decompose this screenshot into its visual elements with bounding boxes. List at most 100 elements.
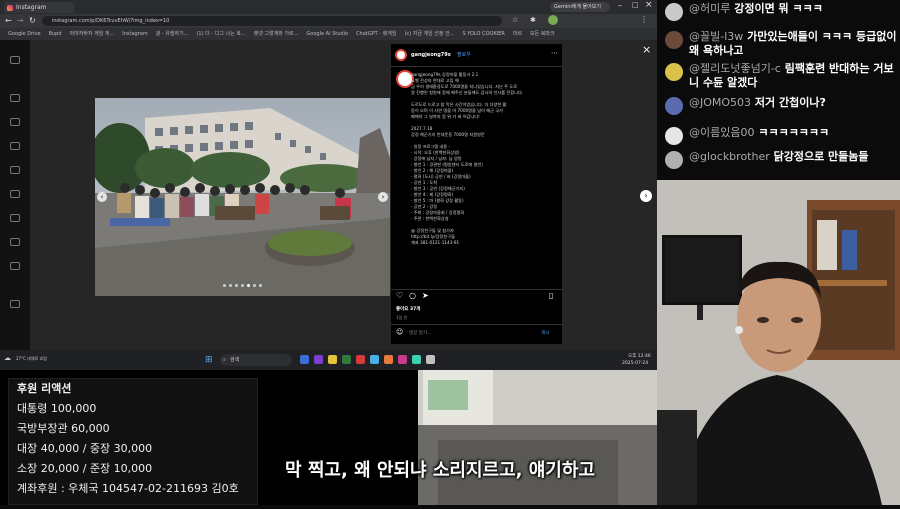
follow-button[interactable]: 팔로우 [457, 52, 471, 58]
post-time: 1일 전 [396, 315, 408, 320]
emoji-icon[interactable]: ☺ [396, 329, 403, 336]
post-comment-button[interactable]: 게시 [541, 331, 549, 337]
reels-icon[interactable] [10, 166, 20, 174]
chat-text: @꼴빌-l3w 가만있는애들이 ㅋㅋㅋ 등급없이 왜 욕하나고 [689, 30, 897, 58]
address-row: ← → ↻ instagram.com/p/DK6TcuvEhW/?img_in… [0, 14, 657, 28]
donation-tier: 국방부장관 60,000 [17, 422, 110, 435]
bookmark-item[interactable]: S YOLO COOKIER [462, 28, 504, 40]
taskbar-search-label: 검색 [230, 357, 240, 363]
weather-icon[interactable]: ☁ [4, 354, 11, 362]
chat-message-text: 저거 간첩이나? [754, 96, 826, 109]
post-details-panel: gangjeong79s 팔로우 ⋯ gangjeong79s 강정마을 활동가… [391, 44, 562, 344]
post-caption: gangjeong79s 강정마을 활동가 2.1 노벨 전성의 면대로 고립 해… [411, 72, 556, 287]
close-window-icon[interactable]: × [645, 0, 653, 10]
panel-divider [391, 66, 562, 67]
chat-message: @이름있음00 ㅋㅋㅋㅋㅋㅋㅋ [665, 126, 897, 145]
forward-icon[interactable]: → [17, 16, 24, 25]
chat-message-text: 강정이면 뭐 ㅋㅋㅋ [734, 2, 823, 15]
url-field[interactable]: instagram.com/p/DK6TcuvEhW/?img_index=10 [42, 16, 502, 26]
start-icon[interactable]: ⊞ [205, 355, 213, 365]
share-icon[interactable]: ➤ [422, 292, 429, 300]
profile-icon[interactable] [10, 262, 20, 270]
search-icon[interactable] [10, 118, 20, 126]
panel-divider-3 [391, 324, 562, 325]
more-menu-icon[interactable] [10, 300, 20, 308]
app-icon[interactable] [370, 355, 379, 364]
bookmark-item[interactable]: Google Drive [8, 28, 41, 40]
chat-message: @glockbrother 닭강정으로 만들놈들 [665, 150, 897, 169]
app-icon[interactable] [314, 355, 323, 364]
bookmark-item[interactable]: 마르 [513, 28, 522, 40]
chat-avatar [665, 63, 683, 81]
like-icon[interactable]: ♡ [396, 292, 403, 300]
bookmark-item[interactable]: 광 - 유행하기... [156, 28, 189, 40]
profile-avatar-icon[interactable] [548, 15, 558, 25]
url-text: instagram.com/p/DK6TcuvEhW/?img_index=10 [52, 18, 170, 24]
tab-instagram[interactable]: Instagram [4, 2, 74, 13]
post-photo [95, 98, 390, 296]
reload-icon[interactable]: ↻ [29, 16, 36, 25]
app-icon[interactable] [356, 355, 365, 364]
taskbar-search[interactable]: ⌕ 검색 [220, 354, 292, 366]
bookmark-item[interactable]: (1) 더 - 디그 나는 복... [196, 28, 245, 40]
next-image-icon[interactable]: › [378, 192, 388, 202]
likes-count[interactable]: 좋아요 37개 [396, 307, 420, 313]
room-scene [418, 370, 657, 505]
comment-icon[interactable]: ○ [409, 292, 416, 300]
chat-message: @JOMO503 저거 간첩이나? [665, 96, 897, 115]
create-icon[interactable] [10, 238, 20, 246]
app-icon[interactable] [300, 355, 309, 364]
maximize-icon[interactable]: □ [632, 1, 639, 9]
bookmark-item[interactable]: ChatGPT - 렛게임 [356, 28, 396, 40]
chat-message: @젤리도넛좋넘기-c 림팩훈련 반대하는 거보니 수듄 알겠다 [665, 62, 897, 90]
explore-icon[interactable] [10, 142, 20, 150]
app-icon[interactable] [412, 355, 421, 364]
extensions-icon[interactable]: ✱ [530, 16, 536, 24]
chat-message-text: 닭강정으로 만들놈들 [773, 150, 869, 163]
bookmark-item[interactable]: Instagram [122, 28, 147, 40]
streamer-camera [657, 180, 900, 505]
taskbar-time[interactable]: 오후 12:46 [628, 353, 651, 359]
minimize-icon[interactable]: – [618, 1, 622, 10]
windows-taskbar: ☁ 27°C 대체로 흐림 ⊞ ⌕ 검색 오후 12:46 2025-07-24 [0, 350, 657, 370]
bookmark-item[interactable]: Google AI Studio [306, 28, 348, 40]
notifications-icon[interactable] [10, 214, 20, 222]
instagram-logo-icon[interactable] [10, 56, 20, 64]
rally-photo [95, 98, 390, 296]
bookmark-item[interactable]: 모든 북마크 [530, 28, 555, 40]
author-avatar[interactable] [395, 49, 407, 61]
save-icon[interactable]: ▯ [549, 292, 553, 300]
menu-dots-icon[interactable]: ⋮ [640, 15, 648, 24]
donation-tier: 대통령 100,000 [17, 402, 97, 415]
app-icon[interactable] [426, 355, 435, 364]
author-username[interactable]: gangjeong79s [411, 52, 451, 58]
post-options-icon[interactable]: ⋯ [551, 50, 558, 57]
messages-icon[interactable] [10, 190, 20, 198]
home-icon[interactable] [10, 94, 20, 102]
app-icon[interactable] [342, 355, 351, 364]
taskbar-apps [300, 355, 435, 364]
weather-text[interactable]: 27°C 대체로 흐림 [16, 356, 56, 362]
app-icon[interactable] [398, 355, 407, 364]
browser-window: Instagram Gemini에게 물어보기 – □ × ← → ↻ inst… [0, 0, 657, 350]
chat-avatar [665, 3, 683, 21]
bookmark-item[interactable]: 아마자바자 게임 게... [70, 28, 115, 40]
prev-image-icon[interactable]: ‹ [97, 192, 107, 202]
app-icon[interactable] [384, 355, 393, 364]
comment-input[interactable]: 댓글 달기... [409, 331, 431, 337]
taskbar-date[interactable]: 2025-07-24 [622, 361, 648, 366]
chat-text: @젤리도넛좋넘기-c 림팩훈련 반대하는 거보니 수듄 알겠다 [689, 62, 897, 90]
bookmark-item[interactable]: Bupd [49, 28, 62, 40]
instagram-sidebar [0, 40, 30, 350]
modal-close-icon[interactable]: × [642, 43, 651, 56]
bookmark-item[interactable]: 렛넷 그렇게와 가르... [254, 28, 299, 40]
next-post-icon[interactable]: › [640, 190, 652, 202]
chat-text: @JOMO503 저거 간첩이나? [689, 96, 826, 110]
chat-author: @허미루 [689, 2, 731, 15]
star-icon[interactable]: ☆ [512, 16, 518, 24]
bookmark-item[interactable]: (c) 지금 게임 선정 안... [404, 28, 454, 40]
back-icon[interactable]: ← [5, 16, 12, 25]
app-icon[interactable] [328, 355, 337, 364]
chat-avatar [665, 97, 683, 115]
gemini-button[interactable]: Gemini에게 물어보기 [550, 2, 610, 12]
